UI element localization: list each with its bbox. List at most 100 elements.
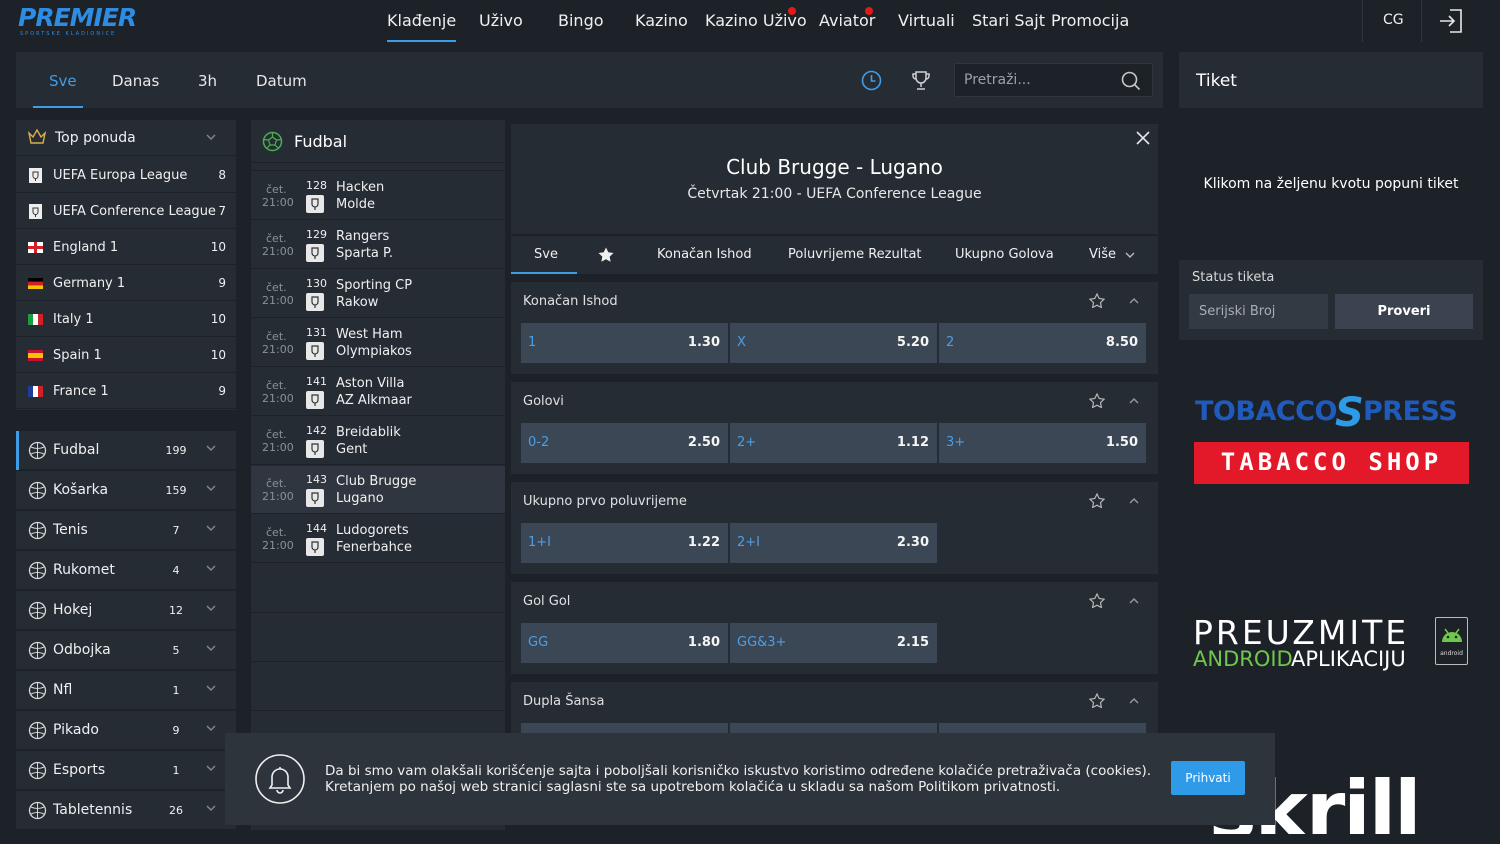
chevron-up-icon[interactable]	[1129, 597, 1139, 604]
odds-button[interactable]: 1 1.30	[521, 323, 728, 363]
chevron-down-icon	[206, 765, 216, 771]
premier-logo[interactable]: PREMIER SPORTSKE KLADIONICE	[18, 5, 148, 38]
match-time: 21:00	[262, 245, 294, 258]
sport-item-nfl[interactable]: Nfl 1	[16, 671, 236, 710]
tab-vise[interactable]: Više	[1089, 247, 1116, 262]
tab-datum[interactable]: Datum	[256, 72, 307, 90]
star-outline-icon[interactable]	[1089, 393, 1105, 408]
match-subtitle: Četvrtak 21:00 - UEFA Conference League	[687, 186, 982, 202]
tab-ukupno-golova[interactable]: Ukupno Golova	[955, 247, 1054, 262]
crown-icon	[28, 129, 46, 144]
search-input[interactable]: Pretraži...	[964, 72, 1031, 88]
odds-label: GG&3+	[737, 635, 787, 650]
star-outline-icon[interactable]	[1089, 293, 1105, 308]
odds-button[interactable]: 1+I 1.22	[521, 523, 728, 563]
nav-bingo[interactable]: Bingo	[558, 11, 604, 30]
star-outline-icon[interactable]	[1089, 693, 1105, 708]
tab-sve-markets[interactable]: Sve	[534, 247, 558, 262]
chevron-up-icon[interactable]	[1129, 297, 1139, 304]
sport-item-esports[interactable]: Esports 1	[16, 751, 236, 790]
nav-stari-sajt[interactable]: Stari Sajt	[972, 11, 1045, 30]
sport-item-rukomet[interactable]: Rukomet 4	[16, 551, 236, 590]
language-selector[interactable]: CG	[1383, 12, 1404, 28]
sport-item-pikado[interactable]: Pikado 9	[16, 711, 236, 750]
sport-count: 4	[172, 564, 180, 577]
odds-button[interactable]: 2+ 1.12	[730, 423, 937, 463]
sport-count: 1	[172, 764, 180, 777]
chevron-up-icon[interactable]	[1129, 697, 1139, 704]
chevron-up-icon[interactable]	[1129, 397, 1139, 404]
login-icon[interactable]	[1438, 8, 1464, 34]
match-row[interactable]: čet. 21:00 131 West Ham Olympiakos	[251, 319, 505, 367]
favorite-star-icon[interactable]	[598, 247, 614, 262]
odds-value: 1.12	[896, 435, 929, 450]
league-item[interactable]: Germany 1 9	[16, 266, 236, 301]
odds-button[interactable]: GG 1.80	[521, 623, 728, 663]
sport-item-košarka[interactable]: Košarka 159	[16, 471, 236, 510]
trophy-icon[interactable]	[911, 70, 931, 91]
odds-button[interactable]: 2+I 2.30	[730, 523, 937, 563]
odds-label: 3+	[946, 435, 966, 450]
league-item[interactable]: UEFA Europa League 8	[16, 158, 236, 193]
nav-promocija[interactable]: Promocija	[1051, 11, 1129, 30]
tobacco-press-banner[interactable]: TOBACCO S PRESS TABACCO SHOP	[1179, 346, 1483, 540]
league-name: UEFA Conference League	[53, 203, 216, 219]
odds-button[interactable]: 0-2 2.50	[521, 423, 728, 463]
close-icon[interactable]	[1136, 131, 1150, 145]
tab-danas[interactable]: Danas	[112, 72, 159, 90]
match-row[interactable]: čet. 21:00 142 Breidablik Gent	[251, 417, 505, 465]
odds-button[interactable]: 3+ 1.50	[939, 423, 1146, 463]
match-row[interactable]: čet. 21:00 130 Sporting CP Rakow	[251, 270, 505, 318]
star-outline-icon[interactable]	[1089, 593, 1105, 608]
serial-number-field[interactable]: Serijski Broj	[1189, 294, 1328, 329]
match-day: čet.	[266, 526, 287, 539]
match-number: 143	[306, 473, 327, 486]
accept-cookies-button[interactable]: Prihvati	[1171, 761, 1245, 795]
league-item[interactable]: England 1 10	[16, 230, 236, 265]
match-row[interactable]: čet. 21:00 128 Hacken Molde	[251, 172, 505, 220]
tab-3h[interactable]: 3h	[198, 72, 217, 90]
star-outline-icon[interactable]	[1089, 493, 1105, 508]
top-ponuda-header[interactable]: Top ponuda	[16, 120, 236, 156]
nav-uzivo[interactable]: Uživo	[479, 11, 523, 30]
odds-button[interactable]: X 5.20	[730, 323, 937, 363]
nav-kladjenje[interactable]: Klađenje	[387, 11, 457, 42]
chevron-up-icon[interactable]	[1129, 497, 1139, 504]
chevron-down-icon	[206, 525, 216, 531]
tab-poluvrijeme-rezultat[interactable]: Poluvrijeme Rezultat	[788, 247, 922, 262]
league-item[interactable]: UEFA Conference League 7	[16, 194, 236, 229]
league-item[interactable]: Spain 1 10	[16, 338, 236, 373]
nav-kazino[interactable]: Kazino	[635, 11, 688, 30]
match-row[interactable]: čet. 21:00 129 Rangers Sparta P.	[251, 221, 505, 269]
soccer-icon	[28, 441, 47, 460]
android-app-banner[interactable]: PREUZMITE ANDROID APLIKACIJU android	[1179, 545, 1483, 739]
match-number: 144	[306, 522, 327, 535]
active-tab-indicator	[511, 272, 577, 274]
sport-item-tabletennis[interactable]: Tabletennis 26	[16, 791, 236, 830]
home-team: West Ham	[336, 327, 403, 342]
clock-icon[interactable]	[861, 70, 882, 91]
match-row[interactable]: čet. 21:00 143 Club Brugge Lugano	[251, 466, 505, 514]
match-row[interactable]: čet. 21:00 141 Aston Villa AZ Alkmaar	[251, 368, 505, 416]
new-badge-dot	[788, 7, 796, 15]
sport-item-fudbal[interactable]: Fudbal 199	[16, 431, 236, 470]
sport-item-tenis[interactable]: Tenis 7	[16, 511, 236, 550]
flag-uefa-icon	[28, 204, 43, 219]
match-row[interactable]: čet. 21:00 144 Ludogorets Fenerbahce	[251, 515, 505, 563]
odds-button[interactable]: 2 8.50	[939, 323, 1146, 363]
sport-count: 26	[169, 804, 183, 817]
chevron-down-icon	[206, 565, 216, 571]
check-ticket-button[interactable]: Proveri	[1335, 294, 1473, 329]
search-icon[interactable]	[1121, 71, 1141, 91]
away-team: AZ Alkmaar	[336, 393, 412, 408]
league-item[interactable]: Italy 1 10	[16, 302, 236, 337]
nav-virtuali[interactable]: Virtuali	[898, 11, 955, 30]
sport-item-odbojka[interactable]: Odbojka 5	[16, 631, 236, 670]
league-count: 7	[218, 204, 226, 218]
league-item[interactable]: France 1 9	[16, 374, 236, 409]
sport-item-hokej[interactable]: Hokej 12	[16, 591, 236, 630]
tab-sve[interactable]: Sve	[49, 72, 77, 90]
odds-button[interactable]: GG&3+ 2.15	[730, 623, 937, 663]
chevron-down-icon[interactable]	[1125, 252, 1135, 259]
tab-konacan-ishod[interactable]: Konačan Ishod	[657, 247, 752, 262]
